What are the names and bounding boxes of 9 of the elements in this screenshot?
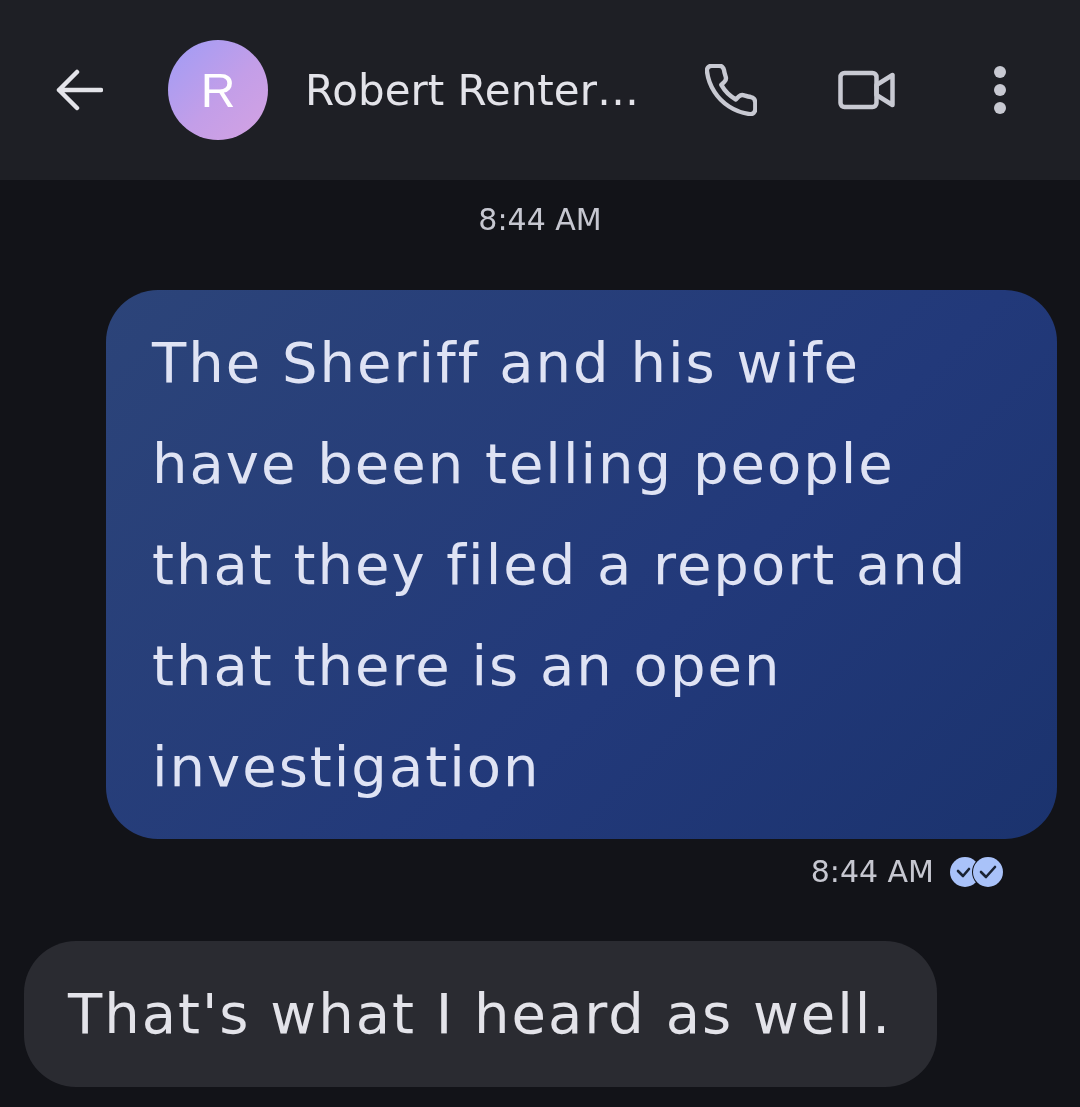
video-camera-icon[interactable]: [838, 70, 895, 110]
phone-icon[interactable]: [705, 64, 757, 116]
date-timestamp: 8:44 AM: [478, 202, 602, 238]
sent-message-bubble: The Sheriff and his wife have been telling people that they filed a report and that there is an open investigation: [106, 290, 1057, 839]
contact-avatar: R: [168, 40, 268, 140]
received-message-bubble: That's what I heard as well.: [24, 941, 938, 1087]
contact-name: Robert Renter…: [305, 65, 640, 115]
message-time: 8:44 AM: [810, 854, 934, 890]
back-arrow-icon[interactable]: [55, 69, 103, 111]
